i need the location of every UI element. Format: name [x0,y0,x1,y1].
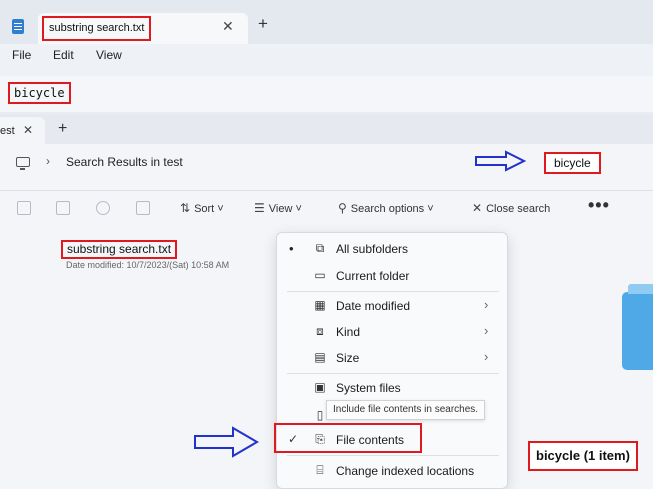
notepad-text: bicycle [8,82,71,104]
close-search-button[interactable]: ✕ Close search [472,201,550,215]
search-options-button[interactable]: ⚲ Search options ˅ [338,201,434,215]
notepad-text-area[interactable]: bicycle [0,76,653,112]
chevron-right-icon: › [484,349,489,364]
menu-item-all-subfolders[interactable]: • ⧉ All subfolders [277,237,509,261]
menu-item-label: Kind [336,325,361,339]
chevron-right-icon[interactable]: › [46,154,50,168]
explorer-tab-bar: est ✕ + [0,114,653,144]
computer-icon[interactable] [16,157,30,170]
menu-divider [287,455,499,456]
close-search-label: Close search [486,203,551,215]
menu-item-label: Change indexed locations [336,464,475,478]
system-file-icon: ▣ [314,380,326,394]
file-date-modified: Date modified: 10/7/2023/(Sat) 10:58 AM [66,260,230,270]
menu-view[interactable]: View [96,48,122,62]
chevron-down-icon: ˅ [214,203,224,215]
breadcrumb-path[interactable]: Search Results in test [66,155,183,169]
folder-tree-icon: ⧉ [315,241,325,255]
notepad-tab-bar: substring search.txt ✕ + [0,0,653,44]
menu-edit[interactable]: Edit [53,48,74,62]
highlight-box [274,423,422,453]
chevron-down-icon: ˅ [292,203,302,215]
explorer-window: est ✕ + › Search Results in test bicycle… [0,114,653,489]
explorer-tab-title: est [0,125,15,137]
menu-file[interactable]: File [12,48,31,62]
notepad-tab-title: substring search.txt [42,16,152,41]
menu-item-label: All subfolders [336,242,409,256]
search-options-label: Search options [350,203,425,215]
chevron-right-icon: › [484,323,489,338]
copy-icon[interactable] [17,201,31,215]
close-icon: ✕ [472,201,483,215]
menu-item-label: System files [336,381,401,395]
search-input[interactable]: bicycle [544,152,601,174]
result-count-label: bicycle (1 item) [528,441,638,471]
menu-item-change-indexed-locations[interactable]: ⌸ Change indexed locations [277,459,509,483]
new-tab-button[interactable]: + [258,14,268,34]
search-options-icon: ⚲ [338,201,347,215]
chevron-down-icon: ˅ [424,203,434,215]
size-icon: ▤ [314,350,326,364]
view-label: View [268,203,293,215]
kind-icon: ⧈ [316,324,324,338]
new-tab-button[interactable]: + [58,120,67,138]
command-bar: ⇅ Sort ˅ ☰ View ˅ ⚲ Search options ˅ ✕ Close… [0,190,653,224]
close-icon[interactable]: ✕ [23,123,33,137]
menu-item-date-modified[interactable]: ▦ Date modified › [277,294,509,318]
paste-icon[interactable] [56,201,70,215]
compressed-file-icon: ▯ [316,408,324,422]
view-icon: ☰ [254,201,265,215]
tooltip: Include file contents in searches. [326,400,486,420]
menu-item-size[interactable]: ▤ Size › [277,346,509,370]
menu-item-current-folder[interactable]: ▭ Current folder [277,264,509,288]
sort-label: Sort [194,203,215,215]
radio-bullet: • [289,241,294,256]
menu-item-label: Current folder [336,269,410,283]
notepad-tab[interactable]: substring search.txt ✕ [38,13,248,44]
menu-item-label: Date modified [336,299,411,313]
file-list-item[interactable]: substring search.txt Date modified: 10/7… [40,237,268,273]
folder-icon: ▭ [314,268,326,282]
sort-button[interactable]: ⇅ Sort ˅ [180,201,224,215]
notepad-icon [12,19,24,34]
more-options-button[interactable]: ••• [588,195,610,216]
file-name: substring search.txt [61,240,178,259]
share-icon[interactable] [96,201,110,215]
notepad-window: substring search.txt ✕ + File Edit View … [0,0,653,112]
search-options-menu: • ⧉ All subfolders ▭ Current folder ▦ Da… [274,232,509,489]
folder-icon [622,284,653,370]
menu-divider [287,373,499,374]
close-icon[interactable]: ✕ [222,18,234,35]
calendar-icon: ▦ [314,298,326,312]
menu-item-kind[interactable]: ⧈ Kind › [277,320,509,344]
address-bar: › Search Results in test bicycle [0,144,653,184]
arrow-annotation-icon [194,426,259,458]
indexed-locations-icon: ⌸ [316,463,324,477]
explorer-tab[interactable]: est ✕ [0,117,45,144]
view-button[interactable]: ☰ View ˅ [254,201,302,215]
delete-icon[interactable] [136,201,150,215]
arrow-annotation-icon [475,150,526,172]
sort-icon: ⇅ [180,201,191,215]
menu-item-system-files[interactable]: ▣ System files [277,376,509,400]
menu-divider [287,291,499,292]
menu-item-label: Size [336,351,360,365]
chevron-right-icon: › [484,297,489,312]
